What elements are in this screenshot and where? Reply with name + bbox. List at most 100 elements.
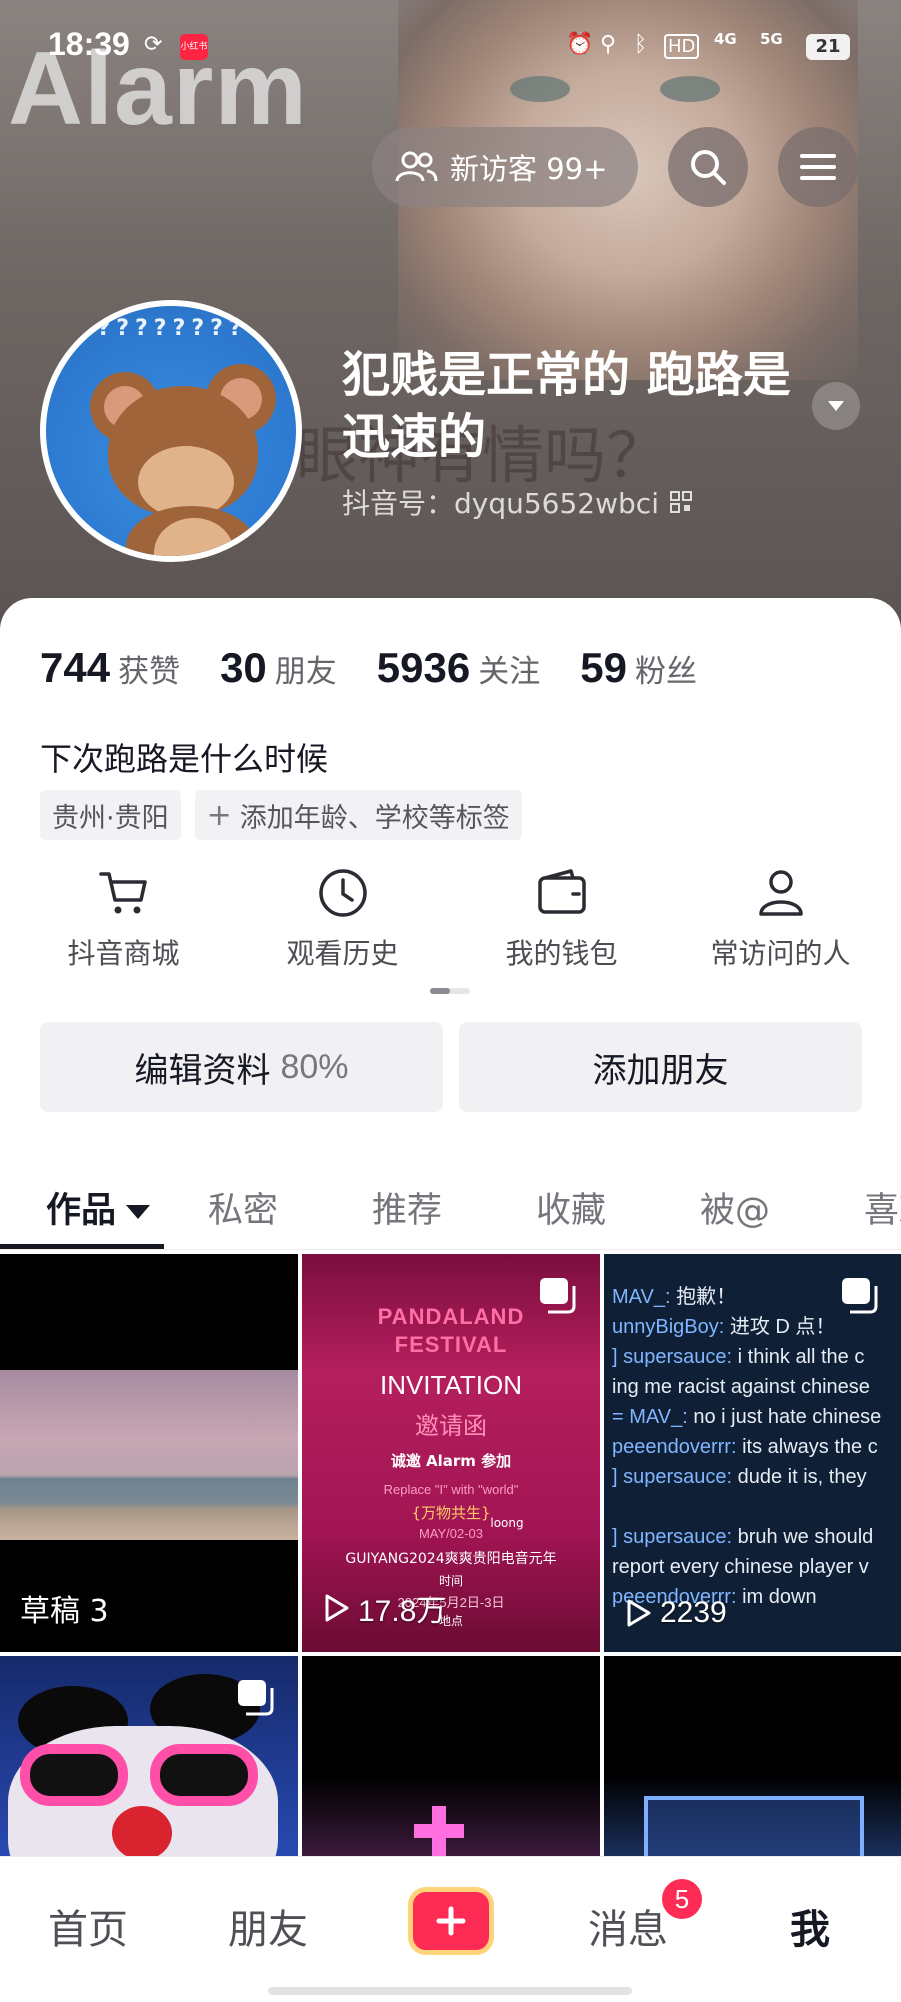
mascot-nose	[112, 1806, 172, 1860]
drafts-tile[interactable]: 草稿 3	[0, 1254, 298, 1652]
tab-label: 私密	[208, 1191, 279, 1231]
chat-message: 进攻 D 点！	[724, 1316, 836, 1338]
location-tag-label: 贵州·贵阳	[52, 802, 169, 834]
stat-label: 关注	[478, 654, 541, 690]
play-icon	[627, 1599, 651, 1627]
shortcut-shop[interactable]: 抖音商城	[14, 860, 233, 972]
play-count-value: 17.8万	[358, 1595, 447, 1628]
new-visitors-button[interactable]: 新访客 99+	[372, 127, 638, 207]
chat-message: 抱歉！	[670, 1286, 737, 1308]
wallet-icon	[537, 869, 586, 914]
stat-value: 30	[220, 644, 267, 691]
shortcut-wallet[interactable]: 我的钱包	[452, 860, 671, 972]
profile-card: 744 获赞 30 朋友 5936 关注 59 粉丝 下次跑路是什么时候 贵州·…	[0, 598, 901, 2002]
content-tabs: 作品 私密 推荐 收藏 被@ 喜欢	[0, 1158, 901, 1250]
stat-value: 5936	[376, 644, 471, 691]
chat-line: unnyBigBoy: 进攻 D 点！	[612, 1312, 894, 1342]
add-tag-label: 添加年龄、学校等标签	[239, 802, 510, 834]
poster-invitation-cn: 邀请函	[415, 1412, 487, 1440]
location-tag[interactable]: 贵州·贵阳	[40, 790, 181, 840]
bottom-navigation: 首页 朋友 消息 5 我	[0, 1856, 901, 2002]
tab-mentions[interactable]: 被@	[700, 1182, 770, 1233]
chat-line: report every chinese player v	[612, 1552, 894, 1582]
stat-value: 744	[40, 644, 111, 691]
nav-messages[interactable]: 消息	[588, 1897, 668, 1955]
tab-recommended[interactable]: 推荐	[372, 1182, 442, 1233]
status-bar: 18:39 ⟳ 小红书 ⏰ ⚲ ᛒ HD 4G 5G 21	[0, 0, 901, 90]
edit-profile-progress: 80%	[280, 1047, 349, 1086]
chat-message: i think all the c	[732, 1346, 865, 1368]
stat-likes[interactable]: 744 获赞	[40, 644, 180, 692]
douyin-id-row[interactable]: 抖音号：dyqu5652wbci	[342, 482, 693, 522]
tab-works[interactable]: 作品	[46, 1182, 151, 1233]
shortcut-row: 抖音商城 观看历史 我的钱包 常访问的人	[0, 860, 901, 972]
menu-icon	[800, 154, 836, 180]
tab-likes[interactable]: 喜欢	[864, 1182, 901, 1233]
beach-thumbnail	[0, 1370, 298, 1540]
stat-friends[interactable]: 30 朋友	[220, 644, 337, 692]
stage-light-cross	[414, 1824, 464, 1838]
add-friend-button[interactable]: 添加朋友	[459, 1022, 862, 1112]
tab-label: 作品	[46, 1191, 117, 1231]
search-icon	[691, 150, 726, 185]
shortcut-page-indicator	[430, 988, 470, 994]
stat-label: 获赞	[118, 654, 181, 690]
search-button[interactable]	[668, 127, 748, 207]
stats-row: 744 获赞 30 朋友 5936 关注 59 粉丝	[40, 644, 737, 692]
active-tab-indicator	[0, 1244, 164, 1249]
avatar-question-marks: ????????????????????????????????????????…	[60, 316, 296, 341]
create-button[interactable]	[408, 1887, 494, 1955]
bluetooth-icon: ᛒ	[634, 32, 648, 57]
douyin-id: 抖音号：dyqu5652wbci	[342, 487, 659, 520]
qr-code-icon[interactable]	[669, 490, 693, 514]
tab-private[interactable]: 私密	[208, 1182, 278, 1233]
shortcut-label: 我的钱包	[505, 937, 618, 970]
menu-button[interactable]	[778, 127, 858, 207]
shortcut-label: 观看历史	[286, 937, 399, 970]
chat-message: its always the c	[736, 1436, 878, 1458]
avatar[interactable]: ????????????????????????????????????????…	[40, 300, 302, 562]
status-time: 18:39	[48, 26, 130, 62]
new-visitors-label: 新访客 99+	[450, 152, 608, 186]
poster-invite-line: 诚邀 Alarm 参加	[390, 1452, 512, 1470]
chat-line: ] supersauce: dude it is, they	[612, 1462, 894, 1492]
nav-me[interactable]: 我	[790, 1897, 830, 1955]
network-label-b: 5G	[760, 30, 783, 48]
video-tile[interactable]: MAV_: 抱歉！ unnyBigBoy: 进攻 D 点！ ] supersau…	[604, 1254, 901, 1652]
chat-message: no i just hate chinese	[687, 1406, 882, 1428]
stat-followers[interactable]: 59 粉丝	[580, 644, 697, 692]
chat-user: MAV_:	[612, 1286, 671, 1308]
tab-label: 被@	[700, 1191, 771, 1231]
sync-icon: ⟳	[144, 32, 163, 57]
location-icon: ⚲	[600, 32, 617, 57]
nav-home[interactable]: 首页	[48, 1897, 128, 1955]
stat-following[interactable]: 5936 关注	[377, 644, 540, 692]
chat-line: = MAV_: no i just hate chinese	[612, 1402, 894, 1432]
drafts-count: 草稿 3	[20, 1594, 109, 1629]
play-count: 2239	[624, 1596, 727, 1630]
nav-friends[interactable]: 朋友	[228, 1897, 308, 1955]
battery-icon: 21	[806, 34, 850, 60]
tab-label: 推荐	[372, 1191, 443, 1231]
caret-down-icon	[126, 1205, 151, 1219]
chevron-down-icon	[828, 401, 844, 411]
chat-line: ing me racist against chinese	[612, 1372, 894, 1402]
add-friend-label: 添加朋友	[592, 1050, 729, 1091]
tab-favorites[interactable]: 收藏	[536, 1182, 606, 1233]
shortcut-frequent-visitors[interactable]: 常访问的人	[671, 860, 890, 972]
tab-label: 喜欢	[864, 1191, 901, 1231]
plus-icon	[436, 1906, 466, 1936]
chat-line	[612, 1492, 894, 1522]
account-switch-button[interactable]	[812, 382, 860, 430]
chat-message: im down	[736, 1586, 817, 1608]
sunglasses-lens	[20, 1744, 128, 1806]
shortcut-history[interactable]: 观看历史	[233, 860, 452, 972]
video-tile[interactable]: PANDALAND FESTIVAL INVITATION 邀请函 诚邀 Ala…	[302, 1254, 600, 1652]
profile-bio[interactable]: 下次跑路是什么时候	[40, 734, 328, 780]
sunglasses-lens	[150, 1744, 258, 1806]
chat-user: ] supersauce:	[612, 1466, 733, 1488]
add-tag-button[interactable]: + 添加年龄、学校等标签	[194, 790, 522, 840]
edit-profile-button[interactable]: 编辑资料 80%	[40, 1022, 443, 1112]
drafts-label: 草稿 3	[20, 1586, 109, 1630]
profile-nickname[interactable]: 犯贱是正常的 跑路是迅速的	[342, 344, 812, 468]
